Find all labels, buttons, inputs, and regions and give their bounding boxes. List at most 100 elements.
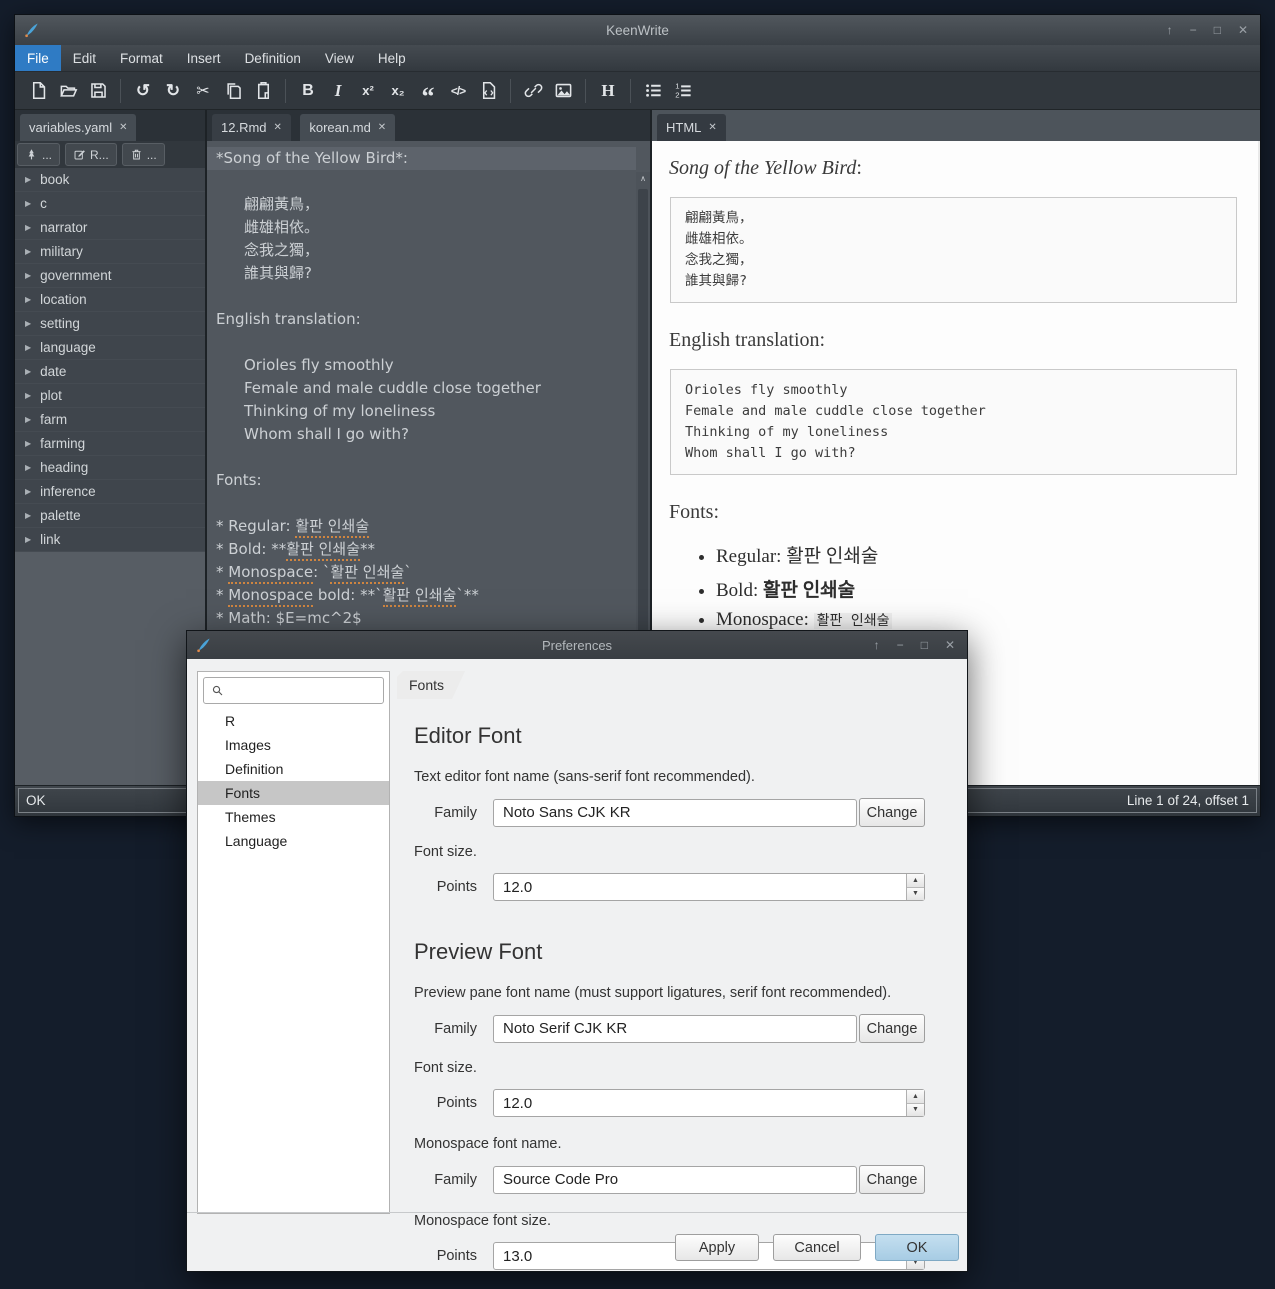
close-icon[interactable]: ✕ [1238, 15, 1248, 45]
maximize-icon[interactable]: □ [1214, 15, 1221, 45]
tree-item-farm[interactable]: ▶farm [15, 408, 205, 432]
new-file-icon[interactable] [23, 76, 53, 106]
expand-icon[interactable]: ▶ [25, 535, 31, 544]
tree-item-date[interactable]: ▶date [15, 360, 205, 384]
editor-font-points-spinner[interactable]: 12.0 ▲▼ [493, 873, 925, 901]
apply-button[interactable]: Apply [675, 1234, 759, 1261]
definition-tree-button[interactable]: ... [17, 143, 60, 166]
scroll-up-icon[interactable]: ∧ [636, 172, 650, 187]
subscript-icon[interactable]: x₂ [383, 76, 413, 106]
category-images[interactable]: Images [198, 733, 389, 757]
image-icon[interactable] [548, 76, 578, 106]
spin-down-icon[interactable]: ▼ [907, 1104, 924, 1117]
menu-format[interactable]: Format [108, 45, 175, 71]
scrollbar-thumb[interactable] [638, 189, 648, 644]
preview-font-change-button[interactable]: Change [859, 1014, 925, 1043]
tree-item-narrator[interactable]: ▶narrator [15, 216, 205, 240]
cancel-button[interactable]: Cancel [773, 1234, 861, 1261]
monospace-font-family-field[interactable]: Source Code Pro [493, 1166, 857, 1194]
preview-font-points-spinner[interactable]: 12.0 ▲▼ [493, 1089, 925, 1117]
tree-item-language[interactable]: ▶language [15, 336, 205, 360]
minimize-icon[interactable]: − [1190, 15, 1197, 45]
bullet-list-icon[interactable] [638, 76, 668, 106]
category-definition[interactable]: Definition [198, 757, 389, 781]
menu-help[interactable]: Help [366, 45, 418, 71]
menu-edit[interactable]: Edit [61, 45, 108, 71]
expand-icon[interactable]: ▶ [25, 511, 31, 520]
expand-icon[interactable]: ▶ [25, 319, 31, 328]
expand-icon[interactable]: ▶ [25, 175, 31, 184]
italic-icon[interactable]: I [323, 76, 353, 106]
monospace-font-change-button[interactable]: Change [859, 1165, 925, 1194]
expand-icon[interactable]: ▶ [25, 247, 31, 256]
expand-icon[interactable]: ▶ [25, 463, 31, 472]
tab-close-icon[interactable]: ✕ [274, 122, 282, 133]
expand-icon[interactable]: ▶ [25, 271, 31, 280]
save-file-icon[interactable] [83, 76, 113, 106]
expand-icon[interactable]: ▶ [25, 367, 31, 376]
spin-down-icon[interactable]: ▼ [907, 888, 924, 901]
minimize-icon[interactable]: − [897, 630, 904, 660]
fenced-code-icon[interactable] [473, 76, 503, 106]
tree-item-location[interactable]: ▶location [15, 288, 205, 312]
tab-korean-md[interactable]: korean.md ✕ [300, 114, 395, 141]
bold-icon[interactable]: B [293, 76, 323, 106]
editor-font-family-field[interactable]: Noto Sans CJK KR [493, 799, 857, 827]
preview-font-family-field[interactable]: Noto Serif CJK KR [493, 1015, 857, 1043]
link-icon[interactable] [518, 76, 548, 106]
undo-icon[interactable]: ↺ [128, 76, 158, 106]
tree-item-palette[interactable]: ▶palette [15, 504, 205, 528]
copy-icon[interactable] [218, 76, 248, 106]
delete-definition-button[interactable]: ... [122, 143, 165, 166]
category-fonts[interactable]: Fonts [198, 781, 389, 805]
tab-12-rmd[interactable]: 12.Rmd ✕ [212, 114, 291, 141]
expand-icon[interactable]: ▶ [25, 343, 31, 352]
maximize-icon[interactable]: □ [921, 630, 928, 660]
spin-up-icon[interactable]: ▲ [907, 1090, 924, 1104]
heading-icon[interactable]: H [593, 76, 623, 106]
category-r[interactable]: R [198, 709, 389, 733]
tree-item-link[interactable]: ▶link [15, 528, 205, 552]
blockquote-icon[interactable]: “ [413, 76, 443, 106]
ok-button[interactable]: OK [875, 1234, 959, 1261]
restore-icon[interactable]: ↑ [874, 630, 880, 660]
tree-item-government[interactable]: ▶government [15, 264, 205, 288]
superscript-icon[interactable]: x² [353, 76, 383, 106]
expand-icon[interactable]: ▶ [25, 199, 31, 208]
tab-html[interactable]: HTML ✕ [657, 114, 726, 141]
tree-item-c[interactable]: ▶c [15, 192, 205, 216]
rename-definition-button[interactable]: R... [65, 143, 117, 166]
redo-icon[interactable]: ↻ [158, 76, 188, 106]
category-language[interactable]: Language [198, 829, 389, 853]
tab-close-icon[interactable]: ✕ [119, 122, 127, 133]
tree-item-book[interactable]: ▶book [15, 168, 205, 192]
tab-close-icon[interactable]: ✕ [378, 122, 386, 133]
menu-file[interactable]: File [15, 45, 61, 71]
restore-icon[interactable]: ↑ [1167, 15, 1173, 45]
editor-text[interactable]: *Song of the Yellow Bird*: 翩翩黃鳥， 雌雄相依。 念… [207, 147, 636, 630]
tree-item-plot[interactable]: ▶plot [15, 384, 205, 408]
close-icon[interactable]: ✕ [945, 630, 955, 660]
tree-item-farming[interactable]: ▶farming [15, 432, 205, 456]
search-input[interactable] [203, 677, 384, 704]
spin-up-icon[interactable]: ▲ [907, 874, 924, 888]
category-themes[interactable]: Themes [198, 805, 389, 829]
expand-icon[interactable]: ▶ [25, 295, 31, 304]
tree-item-setting[interactable]: ▶setting [15, 312, 205, 336]
menu-insert[interactable]: Insert [175, 45, 233, 71]
cut-icon[interactable]: ✂ [188, 76, 218, 106]
numbered-list-icon[interactable]: 12 [668, 76, 698, 106]
editor-font-change-button[interactable]: Change [859, 798, 925, 827]
expand-icon[interactable]: ▶ [25, 415, 31, 424]
tree-item-military[interactable]: ▶military [15, 240, 205, 264]
tab-variables-yaml[interactable]: variables.yaml ✕ [20, 114, 136, 141]
open-file-icon[interactable] [53, 76, 83, 106]
menu-definition[interactable]: Definition [233, 45, 313, 71]
menu-view[interactable]: View [313, 45, 366, 71]
expand-icon[interactable]: ▶ [25, 391, 31, 400]
tree-item-inference[interactable]: ▶inference [15, 480, 205, 504]
tab-close-icon[interactable]: ✕ [708, 122, 716, 133]
paste-icon[interactable] [248, 76, 278, 106]
expand-icon[interactable]: ▶ [25, 223, 31, 232]
expand-icon[interactable]: ▶ [25, 439, 31, 448]
